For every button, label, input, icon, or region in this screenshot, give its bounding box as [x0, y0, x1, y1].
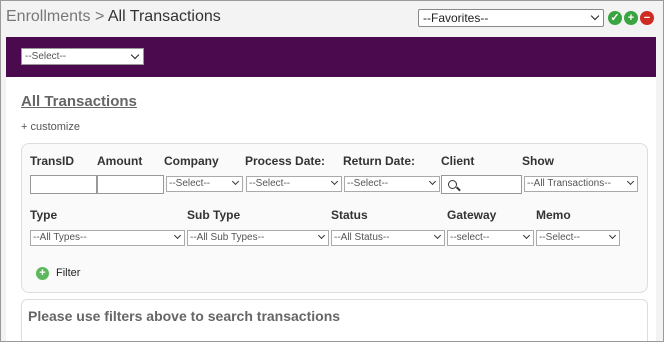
app-frame: Enrollments > All Transactions --Favorit…: [0, 0, 664, 342]
header-select[interactable]: --Select--: [21, 48, 144, 65]
memo-select-value: --Select--: [539, 232, 581, 243]
memo-label: Memo: [536, 208, 571, 222]
type-label: Type: [30, 208, 58, 222]
memo-select[interactable]: --Select--: [536, 230, 620, 246]
process-date-label: Process Date:: [245, 154, 326, 168]
search-icon: [448, 180, 457, 189]
client-search-input[interactable]: [441, 175, 522, 194]
status-select[interactable]: --All Status--: [331, 230, 445, 246]
amount-label: Amount: [97, 154, 143, 168]
customize-link[interactable]: + customize: [21, 121, 80, 133]
gateway-select-value: --select--: [450, 232, 490, 243]
company-select[interactable]: --Select--: [166, 176, 243, 192]
favorites-select[interactable]: --Favorites--: [418, 9, 604, 27]
filter-panel: TransID Amount Company Process Date: Ret…: [21, 143, 648, 293]
return-date-value: --Select--: [347, 178, 389, 189]
header-bar: --Select--: [6, 37, 656, 77]
process-date-select[interactable]: --Select--: [246, 176, 342, 192]
favorites-value: --Favorites--: [423, 11, 489, 25]
check-icon[interactable]: ✓: [608, 11, 622, 25]
gateway-label: Gateway: [447, 208, 497, 222]
main-content: All Transactions + customize TransID Amo…: [6, 77, 656, 341]
remove-icon[interactable]: −: [640, 11, 654, 25]
breadcrumb-parent[interactable]: Enrollments: [6, 8, 90, 25]
subtype-label: Sub Type: [187, 208, 241, 222]
add-icon[interactable]: +: [624, 11, 638, 25]
plus-circle-icon: +: [36, 267, 49, 280]
amount-input[interactable]: [97, 175, 164, 194]
return-date-label: Return Date:: [343, 154, 416, 168]
gateway-select[interactable]: --select--: [447, 230, 534, 246]
status-label: Status: [331, 208, 368, 222]
transid-input[interactable]: [30, 175, 97, 194]
results-panel: Please use filters above to search trans…: [21, 299, 648, 341]
status-select-value: --All Status--: [334, 232, 390, 243]
return-date-select[interactable]: --Select--: [344, 176, 440, 192]
show-select-value: --All Transactions--: [527, 178, 611, 189]
company-select-value: --Select--: [169, 178, 211, 189]
process-date-value: --Select--: [249, 178, 291, 189]
show-label: Show: [522, 154, 554, 168]
client-label: Client: [441, 154, 475, 168]
header-select-value: --Select--: [25, 51, 67, 62]
breadcrumb-current: All Transactions: [107, 8, 221, 25]
type-select[interactable]: --All Types--: [30, 230, 185, 246]
subtype-select-value: --All Sub Types--: [190, 232, 265, 243]
breadcrumb: Enrollments > All Transactions: [6, 8, 221, 26]
subtype-select[interactable]: --All Sub Types--: [187, 230, 329, 246]
show-select[interactable]: --All Transactions--: [524, 176, 638, 192]
breadcrumb-separator: >: [94, 8, 105, 25]
results-message: Please use filters above to search trans…: [28, 308, 341, 324]
transid-label: TransID: [30, 154, 75, 168]
filter-button-label: Filter: [56, 267, 81, 279]
page-title: All Transactions: [21, 93, 137, 110]
company-label: Company: [164, 154, 219, 168]
type-select-value: --All Types--: [33, 232, 87, 243]
